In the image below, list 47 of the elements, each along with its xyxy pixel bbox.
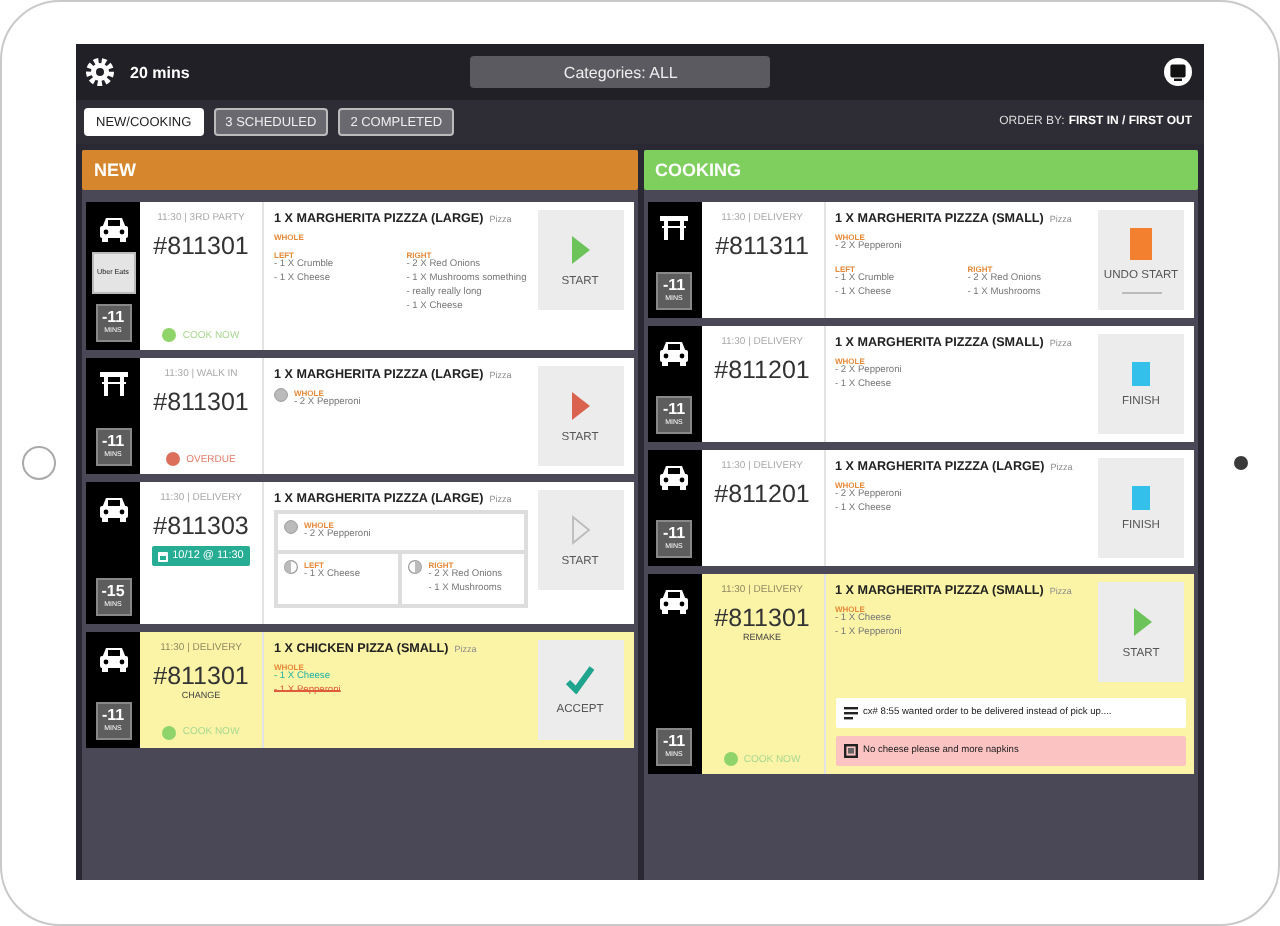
car-icon [660,462,688,490]
status-dot [723,752,738,766]
minutes-value: -11 [101,434,125,451]
status-dot [162,725,177,740]
minutes-value: -15 [101,584,125,601]
car-icon [99,214,127,242]
lines-icon [843,706,857,720]
status-dot [166,452,181,466]
half-circle-icon [284,559,298,574]
half-circle-icon [408,559,423,574]
table-icon [660,214,688,242]
square-icon [1132,485,1150,509]
categories-button[interactable]: Categories: ALL [470,56,771,88]
check-icon [566,663,594,694]
calendar-icon [158,551,169,561]
minutes-value: -11 [662,526,686,543]
square-icon [1132,361,1150,385]
whole-circle-icon [274,388,288,402]
column-header: COOKING [643,150,1198,190]
order-number: #811301 [153,232,249,260]
status-dot [162,328,177,342]
order-number: #811301 [714,604,810,632]
camera-dot [1234,456,1248,470]
minutes-value: -11 [101,708,125,725]
whole-circle-icon [284,520,298,534]
square-icon [1130,227,1152,259]
column-header: NEW [82,150,637,190]
minutes-value: -11 [662,278,686,295]
order-number: #811303 [153,512,249,540]
timer-label: 20 mins [130,63,190,81]
order-number: #811201 [714,356,810,384]
underline-mark [1121,291,1161,293]
minutes-value: -11 [101,310,125,327]
car-icon [99,494,127,522]
car-icon [660,586,688,614]
order-number: #811201 [714,480,810,508]
order-number: #811301 [153,388,249,416]
order-number: #811311 [715,232,809,260]
minutes-value: -11 [662,402,686,419]
monitor-icon[interactable] [1163,58,1192,86]
car-icon [99,643,127,672]
settings-icon[interactable] [84,56,116,88]
table-icon [99,370,127,398]
minutes-value: -11 [662,734,686,751]
order-number: #811301 [153,661,249,690]
note-icon [843,744,857,758]
car-icon [660,338,688,366]
